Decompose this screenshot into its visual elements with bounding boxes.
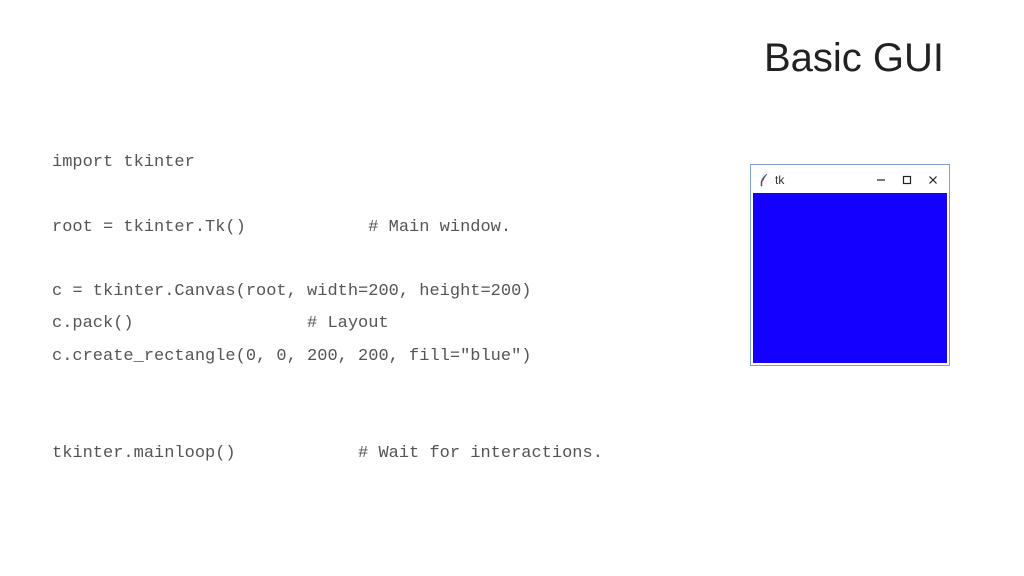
window-controls [875,174,943,186]
minimize-button[interactable] [875,174,887,186]
tk-window-title: tk [775,173,784,187]
tk-window: tk [750,164,950,366]
tk-canvas [753,193,947,363]
slide-title: Basic GUI [764,36,944,81]
tk-titlebar: tk [753,167,947,193]
code-block: import tkinter root = tkinter.Tk() # Mai… [52,147,603,470]
close-button[interactable] [927,174,939,186]
feather-icon [757,172,771,188]
maximize-button[interactable] [901,174,913,186]
